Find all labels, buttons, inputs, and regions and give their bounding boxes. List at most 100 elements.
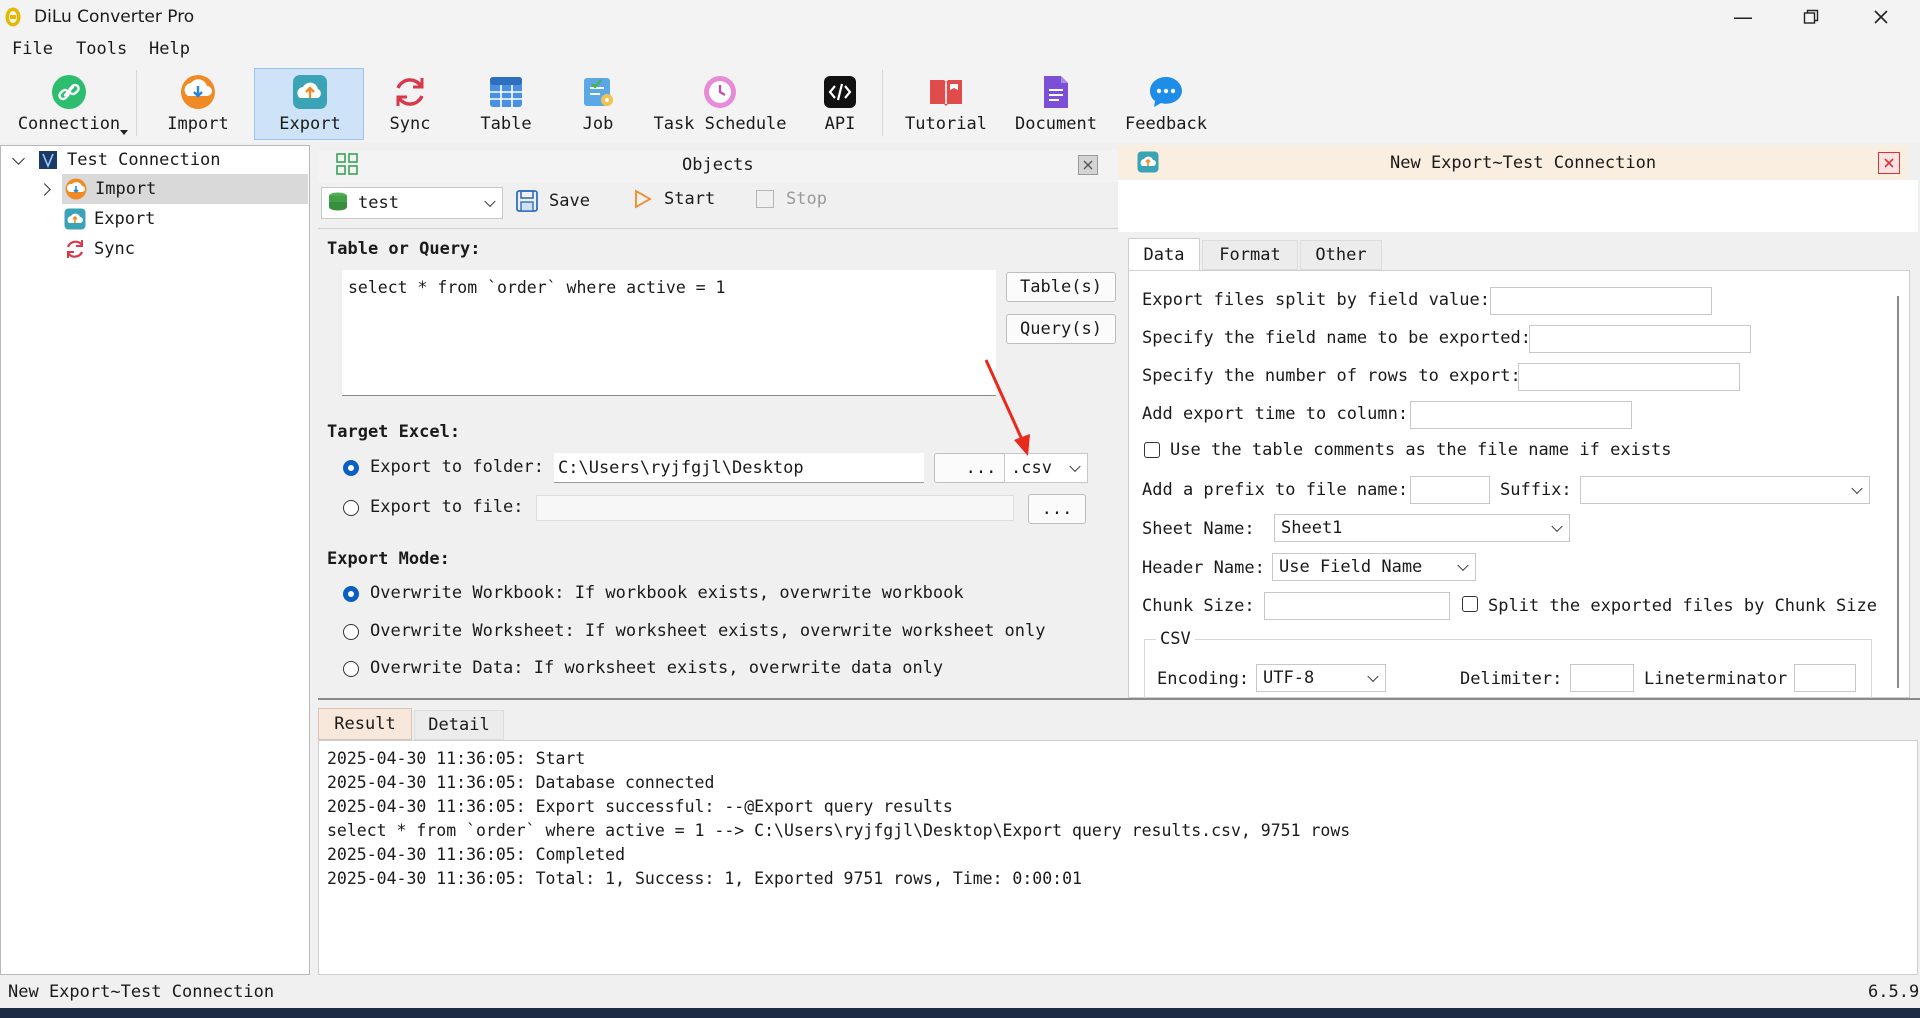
stop-button[interactable]: Stop [756, 189, 827, 209]
mode-overwrite-worksheet-label: Overwrite Worksheet: If worksheet exists… [370, 621, 1046, 641]
sheet-name-select[interactable]: Sheet1 [1274, 514, 1570, 542]
lineterminator-input[interactable] [1794, 664, 1856, 692]
toolbar-tutorial-button[interactable]: Tutorial [896, 70, 996, 140]
database-icon [39, 151, 57, 169]
link-icon [51, 74, 87, 110]
dropdown-caret-icon[interactable] [120, 130, 128, 135]
minimize-button[interactable]: — [1710, 0, 1776, 34]
mode-overwrite-worksheet-radio[interactable] [343, 624, 359, 640]
prefix-label: Add a prefix to file name: [1142, 480, 1409, 500]
tree-label: Import [95, 179, 157, 199]
toolbar-import-button[interactable]: Import [152, 70, 244, 140]
restore-button[interactable] [1778, 0, 1844, 34]
save-button[interactable]: Save [515, 189, 590, 213]
tree-label: Test Connection [67, 150, 221, 170]
header-name-value: Use Field Name [1279, 557, 1423, 577]
chunk-split-checkbox[interactable] [1462, 596, 1478, 612]
header-name-label: Header Name: [1142, 558, 1265, 578]
file-path-input[interactable] [536, 495, 1014, 521]
export-icon [64, 208, 86, 230]
delimiter-input[interactable] [1570, 664, 1634, 692]
add-time-input[interactable] [1410, 401, 1632, 429]
export-to-file-radio[interactable] [343, 500, 359, 516]
chunk-size-input[interactable] [1264, 592, 1450, 620]
tab-other[interactable]: Other [1300, 240, 1382, 270]
menu-bar [0, 34, 1920, 64]
field-name-input[interactable] [1529, 325, 1751, 353]
play-icon [634, 189, 652, 209]
close-icon [1083, 160, 1093, 170]
toolbar-label: Job [582, 114, 614, 134]
close-objects-button[interactable] [1078, 155, 1098, 175]
suffix-label: Suffix: [1500, 480, 1572, 500]
lineterminator-label: Lineterminator [1644, 669, 1788, 689]
toolbar-job-button[interactable]: Job [552, 70, 644, 140]
query-textarea[interactable]: select * from `order` where active = 1 [342, 270, 996, 396]
toolbar-feedback-button[interactable]: Feedback [1116, 70, 1216, 140]
start-button[interactable]: Start [634, 189, 715, 209]
toolbar-label: Sync [389, 114, 431, 134]
expand-chevron-icon[interactable] [38, 182, 51, 196]
save-icon [515, 189, 539, 213]
os-taskbar [0, 1008, 1920, 1018]
title-bar [0, 0, 1920, 34]
tab-result[interactable]: Result [318, 708, 412, 740]
close-export-panel-button[interactable] [1878, 152, 1900, 174]
tables-button[interactable]: Table(s) [1006, 272, 1116, 302]
database-select[interactable]: test [321, 187, 503, 219]
toolbar-separator [136, 70, 137, 136]
tree-item-test-connection[interactable]: Test Connection [10, 146, 221, 174]
import-icon [180, 74, 216, 110]
tree-item-sync[interactable]: Sync [64, 235, 135, 263]
tree-item-export[interactable]: Export [64, 205, 155, 233]
browse-file-button[interactable]: ... [1028, 494, 1086, 524]
queries-button[interactable]: Query(s) [1006, 314, 1116, 344]
toolbar-table-button[interactable]: Table [460, 70, 552, 140]
mode-overwrite-data-label: Overwrite Data: If worksheet exists, ove… [370, 658, 944, 678]
header-name-select[interactable]: Use Field Name [1272, 553, 1476, 581]
encoding-select[interactable]: UTF-8 [1256, 664, 1386, 692]
collapse-chevron-icon[interactable] [12, 151, 25, 165]
toolbar-api-button[interactable]: API [794, 70, 886, 140]
prefix-input[interactable] [1410, 476, 1490, 504]
suffix-select[interactable] [1580, 476, 1870, 504]
chunk-split-label: Split the exported files by Chunk Size [1488, 596, 1877, 616]
close-window-button[interactable] [1848, 0, 1914, 34]
split-by-field-input[interactable] [1490, 287, 1712, 315]
toolbar-separator [882, 70, 883, 136]
tab-format[interactable]: Format [1202, 240, 1298, 270]
toolbar-connection-button[interactable]: Connection [10, 70, 128, 140]
menu-help[interactable]: Help [149, 39, 190, 59]
result-log: 2025-04-30 11:36:05: Start 2025-04-30 11… [318, 740, 1918, 975]
vertical-scrollbar[interactable] [1897, 296, 1899, 688]
toolbar-task-schedule-button[interactable]: Task Schedule [650, 70, 790, 140]
split-by-field-label: Export files split by field value: [1142, 290, 1490, 310]
tab-data[interactable]: Data [1128, 238, 1200, 270]
mode-overwrite-data-radio[interactable] [343, 661, 359, 677]
csv-group-label: CSV [1156, 629, 1195, 649]
table-or-query-label: Table or Query: [327, 239, 481, 259]
use-comments-checkbox[interactable] [1144, 442, 1160, 458]
toolbar-label: Connection [17, 114, 121, 134]
target-excel-label: Target Excel: [327, 422, 461, 442]
export-to-folder-radio[interactable] [343, 460, 359, 476]
panel-splitter[interactable] [318, 698, 1920, 700]
toolbar-sync-button[interactable]: Sync [364, 70, 456, 140]
export-panel-spacer [1118, 180, 1918, 232]
job-icon [580, 74, 616, 110]
extension-select-value: .csv [1011, 458, 1052, 478]
toolbar-document-button[interactable]: Document [1006, 70, 1106, 140]
folder-path-input[interactable]: C:\Users\ryjfgjl\Desktop [554, 453, 924, 483]
clock-icon [702, 74, 738, 110]
tab-detail[interactable]: Detail [414, 710, 504, 740]
toolbar-export-button[interactable]: Export [264, 70, 356, 140]
menu-file[interactable]: File [12, 39, 53, 59]
mode-overwrite-workbook-radio[interactable] [343, 586, 359, 602]
status-text: New Export~Test Connection [8, 982, 275, 1002]
menu-tools[interactable]: Tools [76, 39, 127, 59]
rows-input[interactable] [1518, 363, 1740, 391]
tree-item-import[interactable]: Import [38, 175, 157, 203]
import-icon [65, 178, 87, 200]
sheet-name-value: Sheet1 [1281, 518, 1343, 538]
field-name-label: Specify the field name to be exported: [1142, 328, 1531, 348]
